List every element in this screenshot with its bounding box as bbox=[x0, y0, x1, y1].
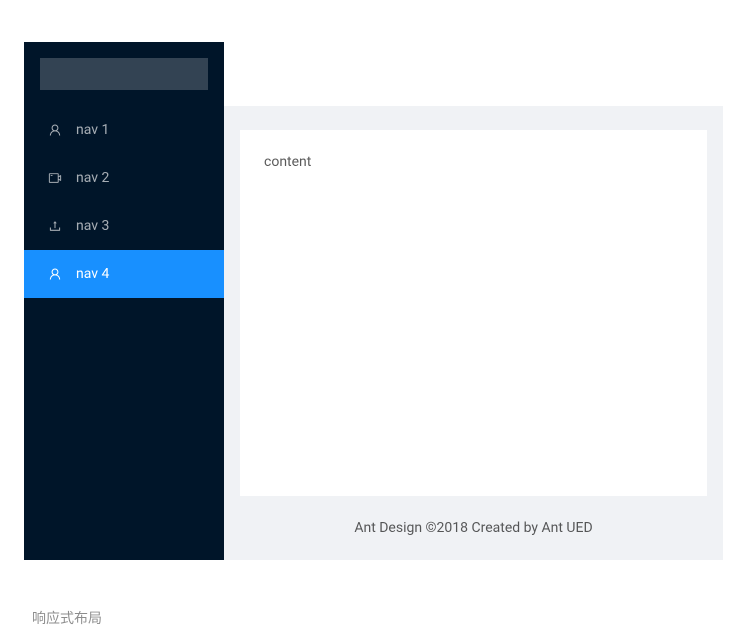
caption-text: 响应式布局 bbox=[32, 611, 102, 627]
caption: 响应式布局 bbox=[24, 608, 723, 628]
user-icon bbox=[48, 123, 62, 137]
header bbox=[224, 42, 723, 106]
footer-text: Ant Design ©2018 Created by Ant UED bbox=[354, 520, 592, 536]
content-text: content bbox=[264, 154, 311, 170]
sidebar-item-label: nav 1 bbox=[76, 106, 109, 154]
footer: Ant Design ©2018 Created by Ant UED bbox=[224, 496, 723, 560]
sidebar-item-label: nav 3 bbox=[76, 202, 109, 250]
sidebar-item-nav-2[interactable]: nav 2 bbox=[24, 154, 224, 202]
sidebar-item-nav-4[interactable]: nav 4 bbox=[24, 250, 224, 298]
sidebar-item-nav-1[interactable]: nav 1 bbox=[24, 106, 224, 154]
content-wrapper: content bbox=[240, 130, 707, 496]
sidebar-item-label: nav 2 bbox=[76, 154, 109, 202]
main-area: content Ant Design ©2018 Created by Ant … bbox=[224, 42, 723, 560]
layout: nav 1 nav 2 nav 3 bbox=[24, 42, 723, 560]
sidebar: nav 1 nav 2 nav 3 bbox=[24, 42, 224, 560]
video-camera-icon bbox=[48, 171, 62, 185]
sidebar-menu: nav 1 nav 2 nav 3 bbox=[24, 106, 224, 298]
sidebar-item-label: nav 4 bbox=[76, 250, 109, 298]
user-icon bbox=[48, 267, 62, 281]
content: content bbox=[240, 130, 707, 496]
upload-icon bbox=[48, 219, 62, 233]
logo-placeholder bbox=[40, 58, 208, 90]
sidebar-item-nav-3[interactable]: nav 3 bbox=[24, 202, 224, 250]
